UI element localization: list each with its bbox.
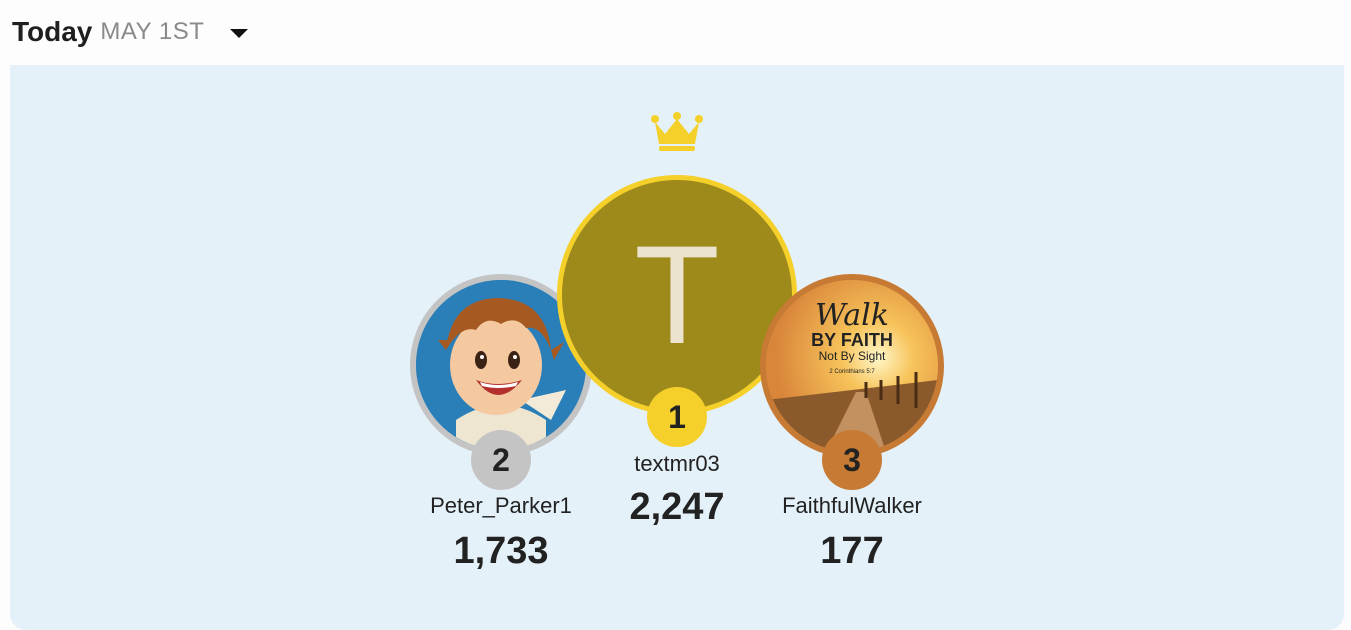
avatar-text-verse: 2 Corinthians 5:7 [829,369,875,375]
leaderboard-header: Today MAY 1ST [12,14,249,50]
avatar-text-not-by-sight: Not By Sight [819,349,886,363]
caret-down-icon[interactable] [230,28,249,38]
avatar-text-walk: Walk [815,298,889,333]
date-label: MAY 1ST [100,18,205,45]
rank-badge-3: 3 [822,430,882,490]
avatar-text-by-faith: BY FAITH [811,330,893,350]
username-rank-1[interactable]: textmr03 [557,451,797,477]
sunset-field-avatar-image: Walk BY FAITH Not By Sight 2 Corinthians… [766,280,938,452]
rank-badge-1: 1 [647,387,707,447]
avatar-letter: T [634,216,720,373]
username-rank-3[interactable]: FaithfulWalker [732,493,972,519]
score-rank-2: 1,733 [453,530,549,572]
crown-icon [651,112,703,151]
score-rank-3: 177 [820,530,884,572]
rank-badge-2: 2 [471,430,531,490]
page-title: Today [12,16,93,47]
